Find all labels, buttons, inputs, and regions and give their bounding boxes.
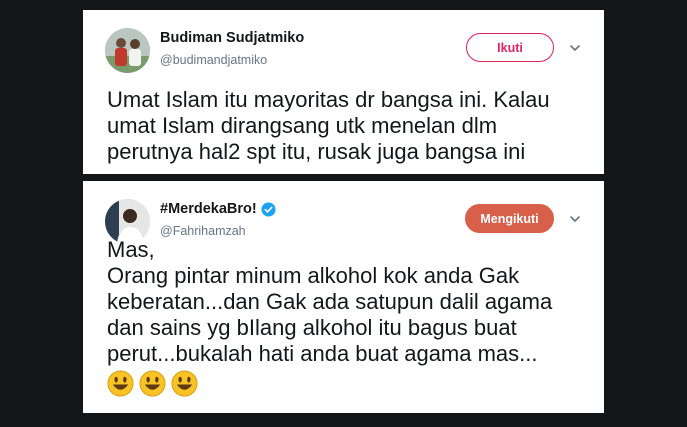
- follow-button[interactable]: Ikuti: [466, 33, 554, 62]
- user-handle[interactable]: @budimandjatmiko: [160, 53, 267, 67]
- chevron-down-icon[interactable]: [569, 213, 581, 225]
- tweet-text: Mas, Orang pintar minum alkohol kok anda…: [107, 237, 594, 397]
- tweet-card: Budiman Sudjatmiko @budimandjatmiko Ikut…: [83, 10, 604, 174]
- following-button[interactable]: Mengikuti: [465, 204, 554, 233]
- user-handle[interactable]: @Fahrihamzah: [160, 224, 246, 238]
- avatar-photo: [105, 28, 150, 73]
- tweet-text-line: dan sains yg bIlang alkohol itu bagus bu…: [107, 315, 517, 340]
- avatar[interactable]: [105, 28, 150, 73]
- tweet-text-line: Orang pintar minum alkohol kok anda Gak: [107, 263, 520, 288]
- tweet-text-line: Umat Islam itu mayoritas dr bangsa ini. …: [107, 87, 550, 112]
- tweet-text-line: keberatan...dan Gak ada satupun dalil ag…: [107, 289, 553, 314]
- display-name[interactable]: Budiman Sudjatmiko: [160, 30, 304, 46]
- emoji-row: [107, 370, 594, 397]
- tweet-text-line: perut...bukalah hati anda buat agama mas…: [107, 341, 538, 366]
- smiley-icon: [139, 370, 166, 397]
- tweet-text-line: Mas,: [107, 237, 155, 262]
- tweet-text: Umat Islam itu mayoritas dr bangsa ini. …: [107, 87, 594, 165]
- display-name[interactable]: #MerdekaBro!: [160, 201, 276, 217]
- tweet-text-line: perutnya hal2 spt itu, rusak juga bangsa…: [107, 139, 526, 164]
- verified-badge-icon: [261, 201, 276, 217]
- display-name-text[interactable]: Budiman Sudjatmiko: [160, 30, 304, 46]
- tweet-text-line: umat Islam dirangsang utk menelan dlm: [107, 113, 498, 138]
- tweet-card: #MerdekaBro! @Fahrihamzah Mengikuti Mas,…: [83, 181, 604, 413]
- smiley-icon: [107, 370, 134, 397]
- smiley-icon: [171, 370, 198, 397]
- display-name-text[interactable]: #MerdekaBro!: [160, 201, 257, 217]
- chevron-down-icon[interactable]: [569, 42, 581, 54]
